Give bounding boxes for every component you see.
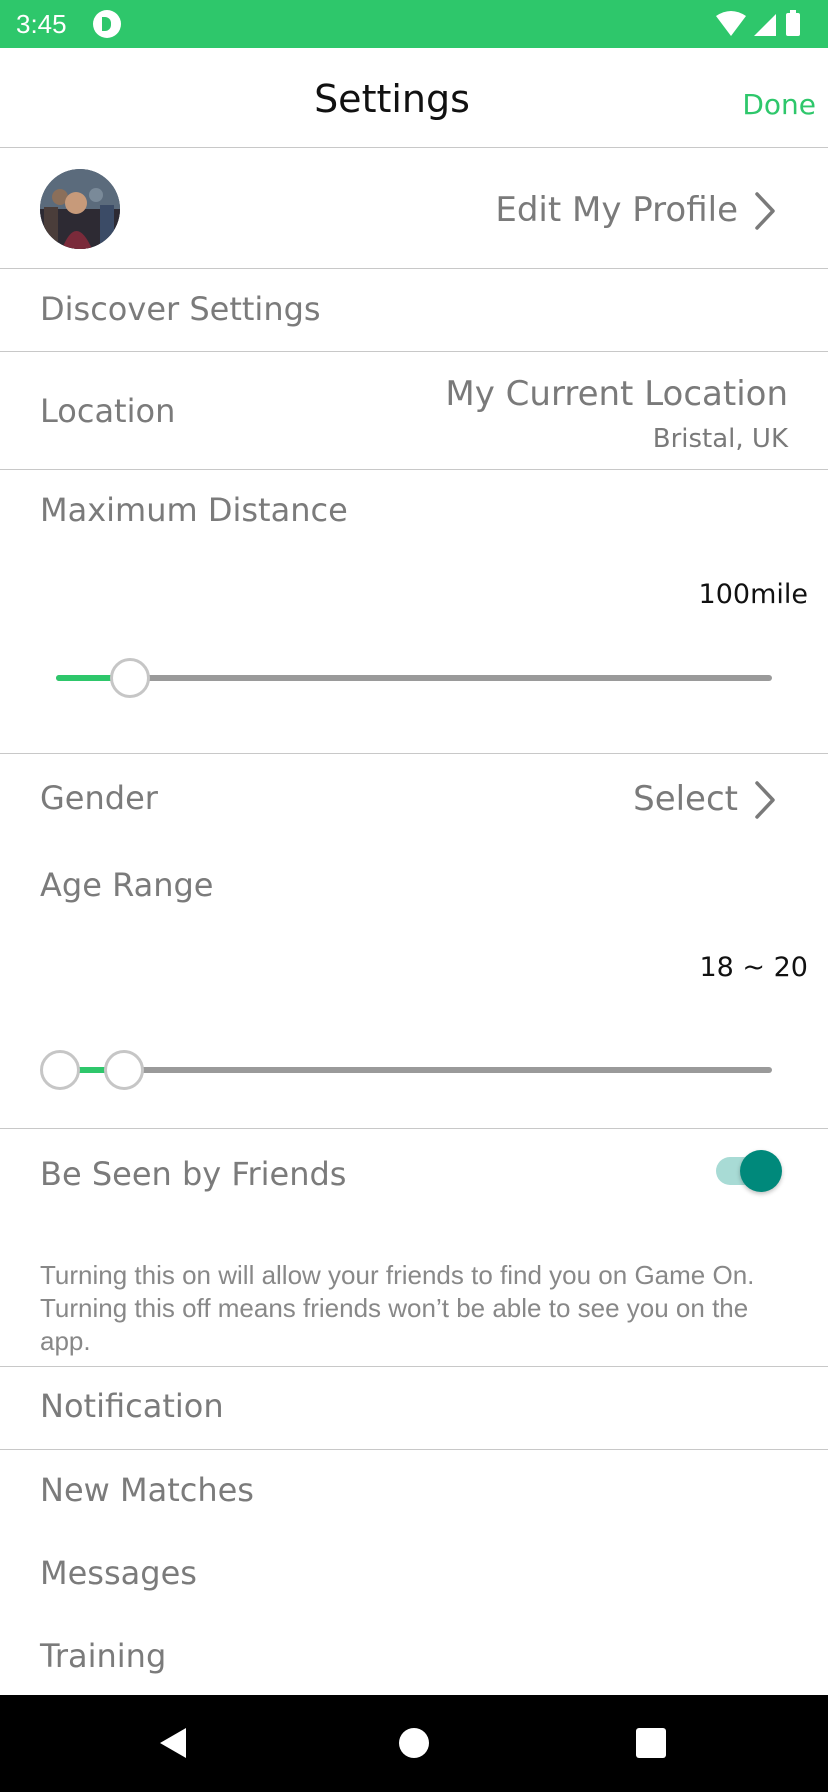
notification-list: New Matches Messages Training (0, 1451, 828, 1695)
edit-profile-row[interactable]: Edit My Profile (0, 149, 828, 269)
be-seen-by-friends-toggle[interactable] (714, 1147, 784, 1197)
edit-profile-label: Edit My Profile (495, 190, 738, 230)
notification-section: Notification (0, 1367, 828, 1450)
age-range-label: Age Range (40, 866, 214, 904)
location-label: Location (40, 392, 176, 430)
location-sub-value: Bristal, UK (652, 424, 788, 454)
notification-item-training[interactable]: Training (40, 1637, 166, 1675)
gender-row[interactable]: Gender Select (0, 755, 828, 840)
notification-item-new-matches[interactable]: New Matches (40, 1471, 254, 1509)
age-range-value: 18 ~ 20 (699, 952, 808, 983)
age-slider-track[interactable] (56, 1067, 772, 1073)
distance-value: 100mile (698, 579, 808, 610)
chevron-right-icon (755, 192, 775, 230)
maximum-distance-label: Maximum Distance (40, 491, 348, 529)
be-seen-by-friends-section: Be Seen by Friends Turning this on will … (0, 1129, 828, 1367)
distance-slider-thumb[interactable] (110, 658, 150, 698)
signal-icon (754, 14, 776, 36)
toggle-knob (740, 1150, 782, 1192)
gender-label: Gender (40, 779, 158, 817)
location-value: My Current Location (445, 374, 788, 414)
chevron-right-icon (755, 781, 775, 819)
back-icon[interactable] (160, 1728, 186, 1758)
notification-item-messages[interactable]: Messages (40, 1554, 197, 1592)
status-icons (714, 10, 814, 38)
app-notification-icon (93, 10, 121, 38)
page-title: Settings (314, 77, 470, 121)
be-seen-by-friends-label: Be Seen by Friends (40, 1155, 347, 1193)
status-bar: 3:45 (0, 0, 828, 48)
notification-label: Notification (40, 1387, 224, 1425)
home-icon[interactable] (399, 1728, 429, 1758)
header: Settings Done (0, 48, 828, 148)
avatar (40, 169, 120, 249)
be-seen-by-friends-description: Turning this on will allow your friends … (40, 1260, 755, 1356)
recents-icon[interactable] (636, 1728, 666, 1758)
location-row[interactable]: Location My Current Location Bristal, UK (0, 352, 828, 470)
discover-settings-section: Discover Settings (0, 270, 828, 352)
wifi-icon (716, 11, 746, 36)
age-slider-max-thumb[interactable] (104, 1050, 144, 1090)
done-button[interactable]: Done (742, 88, 816, 121)
gender-value: Select (633, 779, 738, 819)
age-slider-min-thumb[interactable] (40, 1050, 80, 1090)
status-time: 3:45 (16, 9, 67, 39)
distance-slider-track[interactable] (56, 675, 772, 681)
battery-icon (786, 10, 800, 36)
navigation-bar (0, 1695, 828, 1792)
discover-settings-label: Discover Settings (40, 290, 321, 328)
gender-age-section: Gender Select Age Range 18 ~ 20 (0, 755, 828, 1129)
maximum-distance-section: Maximum Distance 100mile (0, 471, 828, 754)
